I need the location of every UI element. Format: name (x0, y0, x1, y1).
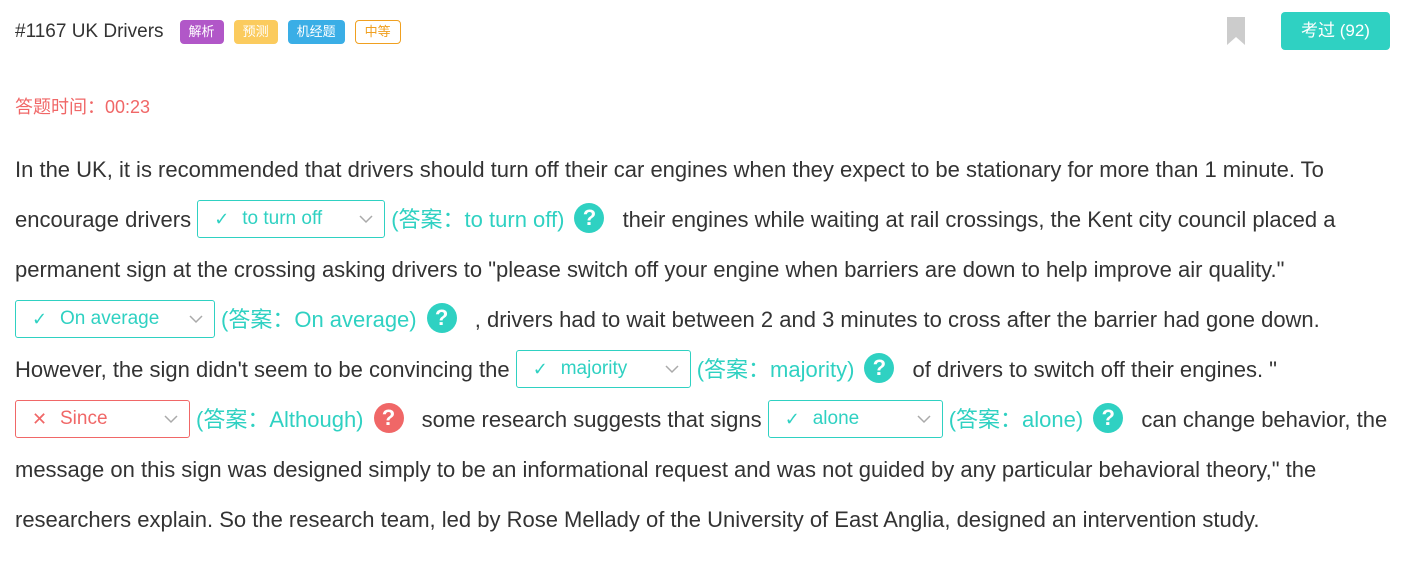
correct-answer: (答案：majority) (696, 357, 855, 382)
bookmark-icon[interactable] (1226, 16, 1246, 46)
blank-select-2[interactable]: ✓ On average (15, 300, 215, 339)
blank-selected-value: alone (812, 408, 860, 430)
tag-difficulty: 中等 (354, 20, 401, 44)
check-icon: ✓ (32, 309, 48, 330)
passage-text: In the UK, it is recommended that driver… (15, 145, 1410, 545)
tag-prediction[interactable]: 预测 (233, 20, 278, 44)
chevron-down-icon (917, 415, 931, 424)
timer-label: 答题时间： (15, 97, 105, 117)
question-header: #1167 UK Drivers 解析 预测 机经题 中等 (15, 17, 411, 47)
cross-icon: ✕ (32, 409, 48, 430)
tag-exam-memory[interactable]: 机经题 (287, 20, 345, 44)
chevron-down-icon (164, 415, 178, 424)
blank-selected-value: Since (60, 408, 108, 430)
passed-count-button[interactable]: 考过 (92) (1281, 12, 1390, 50)
correct-answer: (答案：On average) (221, 307, 417, 332)
check-icon: ✓ (214, 209, 230, 230)
passage-segment: of drivers to switch off their engines. … (912, 357, 1277, 382)
correct-answer: (答案：to turn off) (391, 207, 565, 232)
correct-answer: (答案：Although) (196, 407, 364, 432)
timer-value: 00:23 (105, 97, 151, 117)
answer-timer: 答题时间：00:23 (15, 93, 150, 119)
blank-selected-value: majority (560, 358, 628, 380)
blank-selected-value: to turn off (242, 208, 323, 230)
chevron-down-icon (359, 215, 373, 224)
question-icon[interactable]: ? (426, 303, 457, 334)
tag-analysis[interactable]: 解析 (179, 20, 224, 44)
passage-segment: some research suggests that signs (421, 407, 762, 432)
question-title: #1167 UK Drivers (15, 21, 164, 42)
question-icon[interactable]: ? (1093, 403, 1124, 434)
chevron-down-icon (665, 365, 679, 374)
chevron-down-icon (189, 315, 203, 324)
blank-select-3[interactable]: ✓ majority (515, 350, 691, 389)
question-icon[interactable]: ? (574, 203, 605, 234)
blank-selected-value: On average (60, 308, 160, 330)
question-icon[interactable]: ? (864, 353, 895, 384)
check-icon: ✓ (532, 359, 548, 380)
blank-select-4[interactable]: ✕ Since (15, 400, 190, 439)
question-icon[interactable]: ? (373, 403, 404, 434)
blank-select-5[interactable]: ✓ alone (767, 400, 943, 439)
check-icon: ✓ (784, 409, 800, 430)
correct-answer: (答案：alone) (948, 407, 1084, 432)
blank-select-1[interactable]: ✓ to turn off (197, 200, 386, 239)
